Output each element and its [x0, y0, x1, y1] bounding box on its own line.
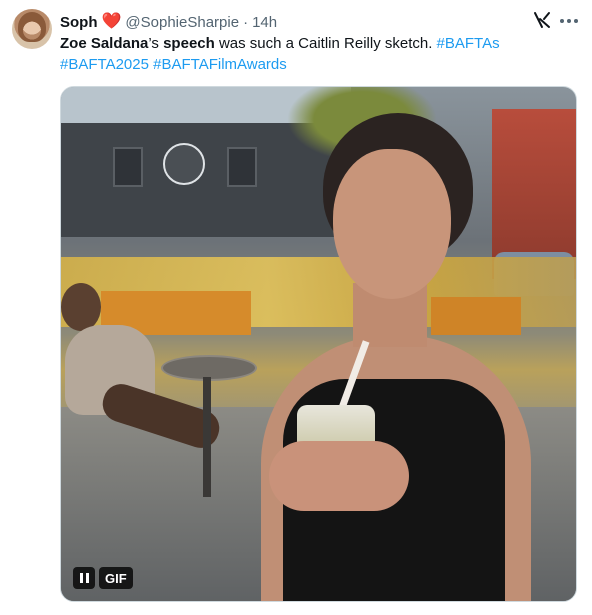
gif-controls: GIF — [73, 567, 133, 589]
gif-badge: GIF — [99, 567, 133, 589]
woman-hands — [269, 441, 409, 511]
author-name[interactable]: Soph — [60, 14, 98, 31]
avatar-hair — [18, 12, 46, 42]
text-bold-2: speech — [163, 35, 215, 52]
text-plain-2: was such a Caitlin Reilly sketch. — [214, 35, 437, 52]
seated-man-head — [61, 283, 101, 331]
text-bold-1: Zoe Saldana — [60, 35, 149, 52]
hashtag-link[interactable]: #BAFTA2025 — [60, 56, 149, 73]
heart-emoji: ❤️ — [101, 13, 122, 30]
hashtag-link[interactable]: #BAFTAs — [437, 35, 500, 52]
more-dot — [567, 19, 571, 23]
separator-dot: · — [243, 13, 249, 31]
pause-icon[interactable] — [73, 567, 95, 589]
woman-face — [333, 149, 451, 299]
building-sign — [163, 143, 205, 185]
building-window — [227, 147, 257, 187]
more-icon[interactable] — [558, 11, 580, 31]
more-dot — [574, 19, 578, 23]
building-window — [113, 147, 143, 187]
tweet-header: Soph ❤️ @SophieSharpie · 14h — [60, 11, 512, 33]
more-dot — [560, 19, 564, 23]
avatar[interactable] — [12, 9, 52, 49]
author-handle[interactable]: @SophieSharpie — [125, 14, 239, 31]
gif-media[interactable]: GIF — [60, 86, 577, 602]
cafe-table-leg — [203, 377, 211, 497]
tweet-time[interactable]: 14h — [252, 14, 277, 31]
hashtag-link[interactable]: #BAFTAFilmAwards — [153, 56, 287, 73]
orange-bench — [431, 297, 521, 335]
text-plain-1: ’s — [148, 35, 164, 52]
tweet-text: Zoe Saldana’s speech was such a Caitlin … — [60, 33, 570, 75]
grok-icon[interactable] — [532, 10, 552, 30]
